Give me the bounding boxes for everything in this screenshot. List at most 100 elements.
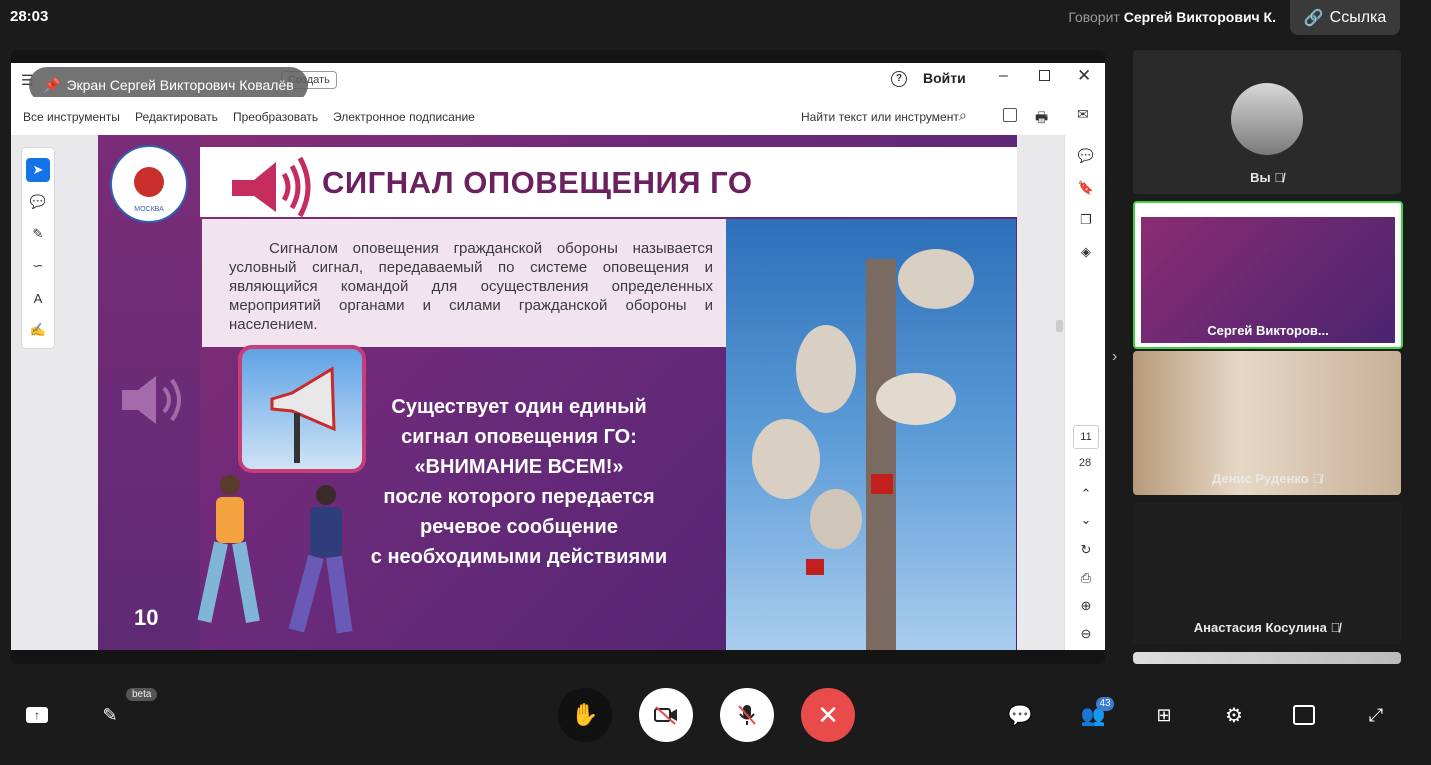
participant-name: Денис Руденко 🎙̸ — [1212, 471, 1322, 486]
mic-off-icon: 🎙̸ — [1330, 620, 1341, 635]
search-icon[interactable]: ⌕ — [959, 107, 967, 124]
participant-tile[interactable]: Анастасия Косулина 🎙̸ — [1133, 503, 1401, 644]
page-total: 28 — [1078, 457, 1092, 469]
annotation-tools: ➤ 💬 ✎ ∽ A ✍ — [21, 147, 55, 349]
participants-count-badge: 43 — [1096, 697, 1114, 711]
comment-icon[interactable]: 💬 — [26, 190, 50, 214]
pdf-footer — [11, 650, 1105, 664]
close-icon[interactable]: ✕ — [1077, 66, 1091, 86]
raise-hand-button[interactable]: ✋ — [558, 688, 612, 742]
presentation-slide: МОСКВА СИГНАЛ ОПОВЕЩЕНИЯ ГО Сигналом опо… — [98, 135, 1017, 650]
chat-icon: 💬 — [1007, 704, 1033, 727]
slide-main-line: сигнал оповещения ГО: — [401, 426, 637, 448]
signin-button[interactable]: Войти — [923, 70, 966, 86]
participant-tile[interactable]: Денис Руденко 🎙̸ — [1133, 351, 1401, 495]
minimize-icon[interactable]: – — [999, 67, 1008, 85]
draw-icon[interactable]: ∽ — [26, 254, 50, 278]
pages-icon[interactable]: ❐ — [1075, 209, 1097, 231]
slide-body-text: Сигналом оповещения гражданской обороны … — [229, 240, 713, 333]
mic-off-icon: 🎙̸ — [1312, 471, 1322, 486]
slide-page-number: 10 — [134, 605, 159, 630]
speaker-prefix: Говорит — [1068, 9, 1120, 25]
link-button[interactable]: 🔗 Ссылка — [1290, 0, 1400, 35]
mail-icon[interactable]: ✉ — [1077, 106, 1089, 123]
chevron-up-icon[interactable]: ⌃ — [1075, 483, 1097, 505]
participant-tile[interactable] — [1133, 652, 1401, 664]
logo: МОСКВА — [110, 145, 188, 223]
page-number-input[interactable]: 11 — [1073, 425, 1099, 449]
mic-toggle-button[interactable] — [720, 688, 774, 742]
close-icon: ✕ — [817, 699, 839, 730]
chevron-down-icon[interactable]: ⌄ — [1075, 509, 1097, 531]
sign-icon[interactable]: ✍ — [26, 318, 50, 342]
screen-label: Экран Сергей Викторович Ковалёв — [66, 77, 294, 93]
print-icon[interactable]: 🖶 — [1035, 107, 1048, 131]
pdf-right-rail: 💬 🔖 ❐ ◈ 11 28 ⌃ ⌄ ↻ ⎙ ⊕ ⊖ — [1064, 135, 1105, 650]
pip-button[interactable] — [1292, 703, 1316, 727]
call-timer: 28:03 — [10, 8, 49, 25]
logo-city: МОСКВА — [134, 206, 164, 213]
zoom-out-icon[interactable]: ⊖ — [1075, 623, 1097, 645]
hand-icon: ✋ — [571, 702, 599, 727]
people-illustration — [178, 465, 388, 645]
all-tools-tab[interactable]: Все инструменты — [23, 110, 120, 124]
share-screen-button[interactable]: ↑ — [24, 703, 50, 727]
link-icon: 🔗 — [1303, 9, 1324, 27]
whiteboard-icon: ✎ — [102, 704, 118, 725]
slide-title: СИГНАЛ ОПОВЕЩЕНИЯ ГО — [322, 165, 753, 200]
scrollbar-thumb[interactable] — [1056, 320, 1063, 332]
pdf-toolbar: Все инструменты Редактировать Преобразов… — [11, 97, 1105, 136]
siren-tower-photo — [726, 219, 1016, 650]
participant-tile[interactable]: Вы 🎙̸ — [1133, 50, 1401, 194]
slide-main-line: «ВНИМАНИЕ ВСЕМ!» — [414, 456, 624, 478]
fullscreen-button[interactable]: ⤢ — [1364, 703, 1388, 727]
chevron-right-icon[interactable]: › — [1112, 348, 1117, 366]
megaphone-image — [238, 345, 366, 473]
slide-main-line: речевое сообщение — [420, 516, 618, 538]
camera-off-icon — [654, 706, 677, 725]
mic-off-icon: 🎙̸ — [1274, 170, 1284, 185]
save-icon[interactable] — [1003, 108, 1017, 122]
text-box-icon[interactable]: A — [26, 286, 50, 310]
layout-button[interactable]: ⊞ — [1152, 703, 1176, 727]
search-tool[interactable]: Найти текст или инструмент — [801, 110, 959, 124]
leave-call-button[interactable]: ✕ — [801, 688, 855, 742]
slide-main-line: после которого передается — [383, 486, 655, 508]
help-icon[interactable]: ? — [891, 71, 907, 87]
comments-panel-icon[interactable]: 💬 — [1075, 145, 1097, 167]
restore-icon[interactable] — [1039, 70, 1050, 81]
logo-emblem-icon — [134, 167, 164, 197]
speaker-graphic-icon — [116, 370, 186, 430]
chat-button[interactable]: 💬 — [1007, 703, 1033, 727]
export-icon[interactable]: ⎙ — [1075, 567, 1097, 589]
rotate-icon[interactable]: ↻ — [1075, 539, 1097, 561]
upload-icon: ↑ — [26, 707, 48, 723]
pin-icon[interactable]: 📌 — [43, 77, 60, 94]
expand-icon: ⤢ — [1368, 704, 1384, 725]
slide-main-line: Существует один единый — [391, 396, 647, 418]
loudspeaker-icon — [226, 150, 316, 220]
slide-main-line: с необходимыми действиями — [370, 546, 668, 568]
participant-tile-active[interactable]: Сергей Викторов... — [1133, 201, 1403, 349]
bookmark-icon[interactable]: 🔖 — [1075, 177, 1097, 199]
active-speaker: Говорит Сергей Викторович К. — [1068, 9, 1276, 25]
pen-icon[interactable]: ✎ — [26, 222, 50, 246]
link-label: Ссылка — [1329, 8, 1387, 26]
convert-tab[interactable]: Преобразовать — [233, 110, 318, 124]
grid-icon: ⊞ — [1156, 704, 1172, 725]
mic-off-icon — [738, 705, 756, 725]
settings-button[interactable]: ⚙ — [1222, 703, 1246, 727]
beta-badge: beta — [126, 688, 158, 701]
participant-name: Сергей Викторов... — [1207, 323, 1329, 338]
zoom-in-icon[interactable]: ⊕ — [1075, 595, 1097, 617]
participant-name: Вы 🎙̸ — [1250, 170, 1284, 185]
whiteboard-button[interactable]: ✎ — [96, 703, 124, 727]
edit-tab[interactable]: Редактировать — [135, 110, 218, 124]
camera-toggle-button[interactable] — [639, 688, 693, 742]
esign-tab[interactable]: Электронное подписание — [333, 110, 475, 124]
avatar — [1231, 83, 1303, 155]
select-icon[interactable]: ➤ — [26, 158, 50, 182]
pip-icon — [1293, 705, 1315, 725]
layers-icon[interactable]: ◈ — [1075, 241, 1097, 263]
gear-icon: ⚙ — [1225, 704, 1243, 727]
